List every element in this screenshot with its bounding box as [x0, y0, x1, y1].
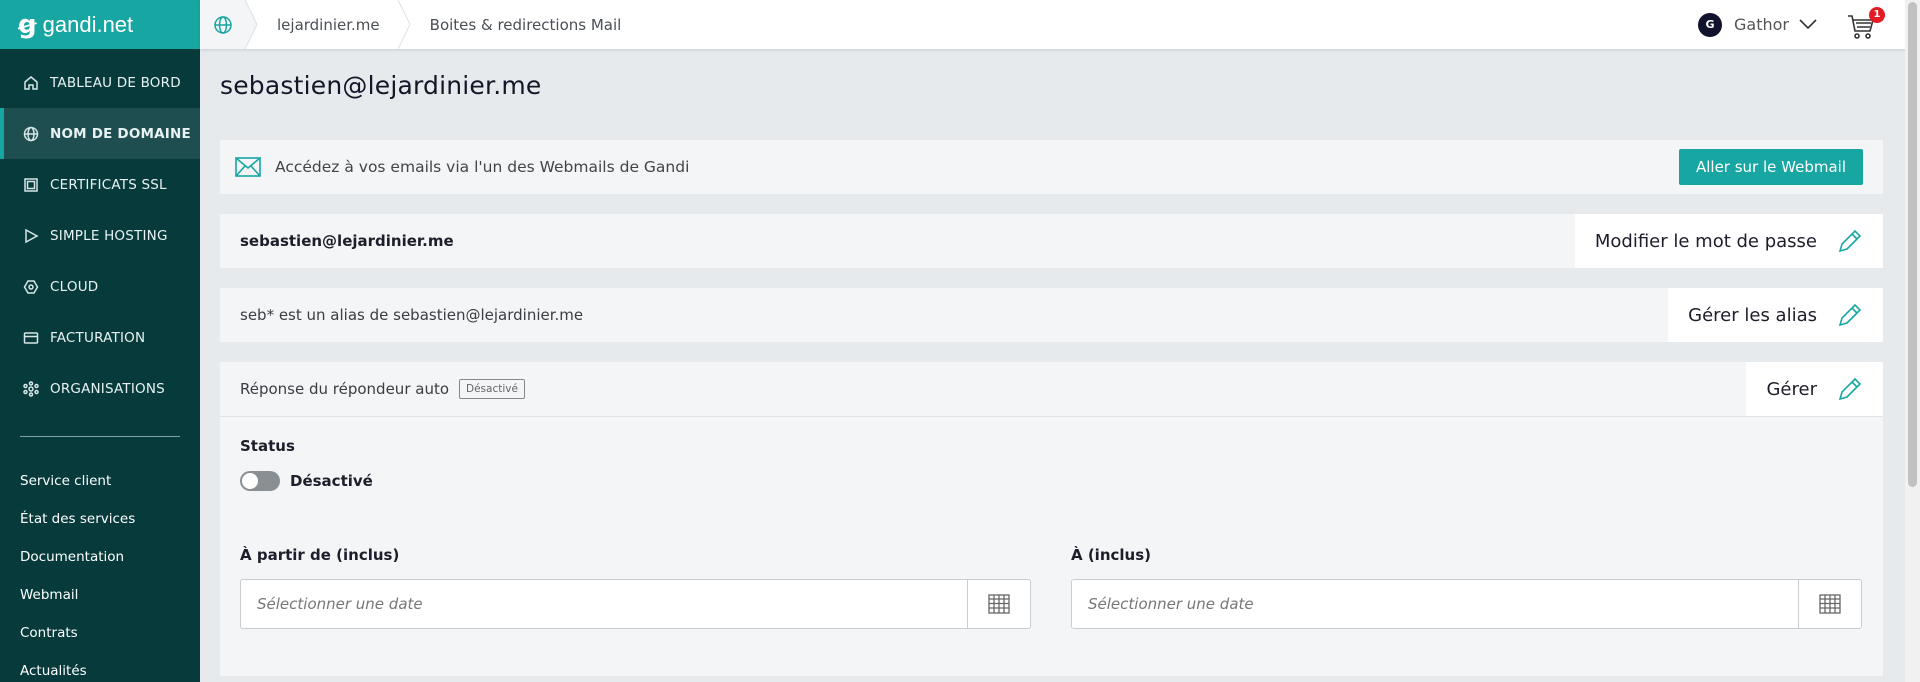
status-title: Status [240, 437, 295, 455]
pencil-icon [1838, 377, 1862, 401]
sidebar-item-billing[interactable]: FACTURATION [0, 312, 200, 363]
credit-card-icon [20, 330, 42, 346]
change-password-label: Modifier le mot de passe [1594, 230, 1817, 252]
end-date-field: À (inclus) [1071, 546, 1862, 629]
cloud-icon [20, 279, 42, 295]
sidebar-item-label: SIMPLE HOSTING [50, 227, 168, 244]
breadcrumb-separator-icon [397, 0, 412, 50]
play-icon [20, 228, 42, 244]
sidebar-link-webmail[interactable]: Webmail [0, 576, 200, 614]
status-toggle-row: Désactivé [240, 471, 1863, 491]
certificate-icon [20, 177, 42, 193]
webmail-text: Accédez à vos emails via l'un des Webmai… [275, 158, 690, 176]
end-date-calendar-button[interactable] [1798, 580, 1861, 628]
manage-autoresponder-button[interactable]: Gérer [1746, 362, 1883, 416]
sidebar-item-label: FACTURATION [50, 329, 146, 346]
page-title: sebastien@lejardinier.me [220, 71, 542, 100]
gandi-logo[interactable]: ꞡ gandi.net [0, 0, 200, 49]
start-date-field: À partir de (inclus) [240, 546, 1031, 629]
manage-aliases-button[interactable]: Gérer les alias [1668, 288, 1883, 342]
sidebar-link-news[interactable]: Actualités [0, 652, 200, 682]
cart-button[interactable]: 1 [1847, 6, 1885, 40]
toggle-knob [242, 473, 258, 489]
password-row: sebastien@lejardinier.me Modifier le mot… [220, 214, 1883, 268]
sidebar-nav: TABLEAU DE BORD NOM DE DOMAINE CERTIFICA… [0, 57, 200, 414]
start-date-label: À partir de (inclus) [240, 546, 400, 564]
pencil-icon [1838, 303, 1862, 327]
avatar[interactable]: G [1698, 12, 1723, 37]
sidebar-item-label: CLOUD [50, 278, 99, 295]
sidebar-link-status[interactable]: État des services [0, 500, 200, 538]
envelope-icon [235, 157, 261, 177]
sidebar-item-ssl[interactable]: CERTIFICATS SSL [0, 159, 200, 210]
pencil-icon [1838, 229, 1862, 253]
sidebar-item-label: CERTIFICATS SSL [50, 176, 167, 193]
end-date-input[interactable] [1072, 580, 1798, 628]
sidebar-divider [20, 436, 180, 437]
user-name[interactable]: Gathor [1734, 15, 1789, 34]
globe-icon [20, 126, 42, 142]
sidebar-item-hosting[interactable]: SIMPLE HOSTING [0, 210, 200, 261]
breadcrumb-domain[interactable]: lejardinier.me [259, 0, 398, 49]
page-scrollbar[interactable] [1905, 0, 1920, 682]
sidebar: ꞡ gandi.net TABLEAU DE BORD NOM DE DOMAI… [0, 0, 200, 682]
globe-icon [213, 15, 232, 34]
end-date-input-wrapper [1071, 579, 1862, 629]
date-range: À partir de (inclus) À (inclus) [240, 546, 1863, 629]
sidebar-item-label: ORGANISATIONS [50, 380, 165, 397]
chevron-down-icon[interactable] [1799, 15, 1817, 34]
calendar-icon [1819, 594, 1841, 614]
start-date-input-wrapper [240, 579, 1031, 629]
manage-aliases-label: Gérer les alias [1688, 304, 1817, 326]
sidebar-item-label: NOM DE DOMAINE [50, 125, 191, 142]
home-icon [20, 75, 42, 91]
cart-count-badge: 1 [1869, 6, 1885, 23]
start-date-input[interactable] [241, 580, 967, 628]
gandi-logo-icon: ꞡ [18, 9, 37, 40]
autoresponder-row: Réponse du répondeur auto Désactivé Gére… [220, 362, 1883, 416]
breadcrumb-separator-icon [244, 0, 259, 50]
toggle-label: Désactivé [290, 472, 373, 490]
sidebar-link-documentation[interactable]: Documentation [0, 538, 200, 576]
autoresponder-text: Réponse du répondeur auto [240, 380, 450, 398]
sidebar-item-dashboard[interactable]: TABLEAU DE BORD [0, 57, 200, 108]
autoresponder-label: Réponse du répondeur auto Désactivé [220, 379, 525, 399]
sidebar-item-organizations[interactable]: ORGANISATIONS [0, 363, 200, 414]
sidebar-link-contracts[interactable]: Contrats [0, 614, 200, 652]
change-password-button[interactable]: Modifier le mot de passe [1574, 214, 1883, 268]
main-content: sebastien@lejardinier.me Accédez à vos e… [220, 49, 1883, 676]
manage-autoresponder-label: Gérer [1766, 378, 1817, 400]
breadcrumb-mailboxes[interactable]: Boites & redirections Mail [412, 0, 640, 49]
top-bar: lejardinier.me Boites & redirections Mai… [200, 0, 1905, 50]
sidebar-link-support[interactable]: Service client [0, 462, 200, 500]
scrollbar-thumb[interactable] [1908, 2, 1917, 487]
autoresponder-panel: Status Désactivé À partir de (inclus) À … [220, 416, 1883, 676]
go-to-webmail-button[interactable]: Aller sur le Webmail [1678, 149, 1863, 185]
alias-row: seb* est un alias de sebastien@lejardini… [220, 288, 1883, 342]
organization-icon [20, 380, 42, 397]
breadcrumb-home-button[interactable] [200, 0, 245, 49]
alias-text: seb* est un alias de sebastien@lejardini… [240, 306, 584, 324]
sidebar-item-label: TABLEAU DE BORD [50, 74, 181, 91]
sidebar-links: Service client État des services Documen… [0, 462, 200, 682]
logo-text: gandi.net [42, 11, 134, 37]
mailbox-address: sebastien@lejardinier.me [240, 232, 454, 250]
user-area: G Gathor 1 [1698, 0, 1905, 49]
sidebar-item-cloud[interactable]: CLOUD [0, 261, 200, 312]
end-date-label: À (inclus) [1071, 546, 1152, 564]
calendar-icon [988, 594, 1010, 614]
start-date-calendar-button[interactable] [967, 580, 1030, 628]
status-badge: Désactivé [459, 379, 525, 399]
webmail-banner: Accédez à vos emails via l'un des Webmai… [220, 140, 1883, 194]
autoresponder-toggle[interactable] [240, 471, 280, 491]
sidebar-item-domain[interactable]: NOM DE DOMAINE [0, 108, 200, 159]
